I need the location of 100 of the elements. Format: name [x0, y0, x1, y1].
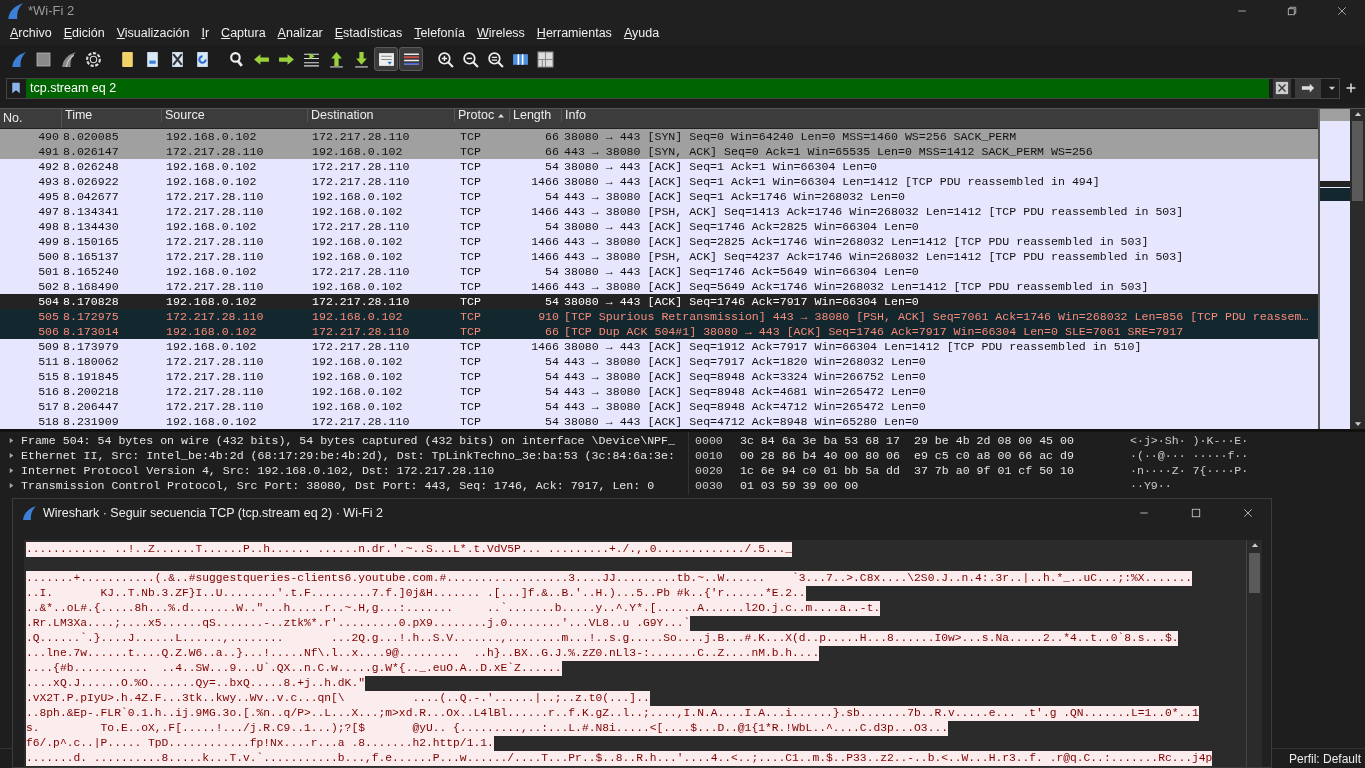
packet-row[interactable]: 492 8.026248 192.168.0.102 172.217.28.110 TCP 54 38080 → 443 [ACK] Seq=1 Ack=1 Win=66304 Len=0 — [0, 159, 1318, 174]
menu-item[interactable]: Analizar — [271, 22, 329, 45]
table-cell-text: 192.168.0.102 — [165, 324, 258, 339]
tree-item[interactable]: Internet Protocol Version 4, Src: 192.168.0.102, Dst: 172.217.28.110 — [0, 463, 688, 478]
menu-item[interactable]: Ir — [195, 22, 216, 45]
packet-row[interactable]: 497 8.134341 172.217.28.110 192.168.0.102 TCP 1466 443 → 38080 [PSH, ACK] Seq=1413 Ack=1746 Win=268032 Len=1412 [TCP PDU reassembled in 503] — [0, 204, 1318, 219]
packet-row[interactable]: 498 8.134430 192.168.0.102 172.217.28.110 TCP 54 38080 → 443 [ACK] Seq=1746 Ack=2825 Win=66304 Len=0 — [0, 219, 1318, 234]
table-cell-text: TCP — [459, 219, 482, 234]
zoom-in-icon — [436, 50, 454, 68]
table-cell-text: 192.168.0.102 — [311, 279, 404, 294]
packet-row[interactable]: 518 8.231909 192.168.0.102 172.217.28.110 TCP 54 38080 → 443 [ACK] Seq=4712 Ack=8948 Win=65280 Len=0 — [0, 414, 1318, 429]
packet-row[interactable]: 516 8.200218 172.217.28.110 192.168.0.102 TCP 54 443 → 38080 [ACK] Seq=8948 Ack=4681 Win=265472 Len=0 — [0, 384, 1318, 399]
collapsed-icon — [8, 437, 15, 444]
packet-row[interactable]: 506 8.173014 192.168.0.102 172.217.28.110 TCP 66 [TCP Dup ACK 504#1] 38080 → 443 [ACK] Seq=1746 Ack=7917 Win=66304 Len=0 SLE=7061 SRE=7917 — [0, 324, 1318, 339]
column-header[interactable]: Time — [62, 109, 162, 122]
plus-icon — [1345, 82, 1357, 94]
packet-row[interactable]: 501 8.165240 192.168.0.102 172.217.28.110 TCP 54 38080 → 443 [ACK] Seq=1746 Ack=5649 Win=66304 Len=0 — [0, 264, 1318, 279]
table-cell-text: TCP — [459, 339, 482, 354]
packet-row[interactable]: 495 8.042677 172.217.28.110 192.168.0.102 TCP 54 443 → 38080 [ACK] Seq=1 Ack=1746 Win=268032 Len=0 — [0, 189, 1318, 204]
table-cell-text: 172.217.28.110 — [311, 219, 411, 234]
tree-item[interactable]: Ethernet II, Src: Intel_be:4b:2d (68:17:29:be:4b:2d), Dst: TpLinkTechno_3e:ba:53 (3c:84:6a:3e: — [0, 448, 688, 463]
byte-offset: 0020 — [694, 463, 724, 478]
menu-item[interactable]: Archivo — [4, 22, 58, 45]
table-cell-text: TCP — [459, 354, 482, 369]
menu-item[interactable]: Estadísticas — [328, 22, 409, 45]
table-cell-text: 8.231909 — [62, 414, 120, 429]
menu-item[interactable]: Captura — [215, 22, 272, 45]
dialog-title: Wireshark · Seguir secuencia TCP (tcp.stream eq 2) · Wi-Fi 2 — [43, 504, 384, 522]
table-cell-text: 192.168.0.102 — [311, 354, 404, 369]
scroll-thumb[interactable] — [1352, 121, 1363, 201]
table-cell-text: 491 — [37, 144, 60, 159]
table-cell-text: 8.200218 — [62, 384, 120, 399]
menu-item[interactable]: Edición — [57, 22, 111, 45]
packet-row[interactable]: 511 8.180062 172.217.28.110 192.168.0.102 TCP 54 443 → 38080 [ACK] Seq=7917 Ack=1820 Win=268032 Len=0 — [0, 354, 1318, 369]
table-cell-text: 38080 → 443 [ACK] Seq=1746 Ack=5649 Win=66304 Len=0 — [563, 264, 920, 279]
down-arrow-icon — [352, 50, 370, 68]
packet-row[interactable]: 499 8.150165 172.217.28.110 192.168.0.102 TCP 1466 443 → 38080 [ACK] Seq=2825 Ack=1746 Win=268032 Len=1412 [TCP PDU reassembled in 503] — [0, 234, 1318, 249]
table-cell-text: 501 — [37, 264, 60, 279]
table-cell-text: 509 — [37, 339, 60, 354]
table-cell-text: 192.168.0.102 — [311, 384, 404, 399]
packet-row[interactable]: 504 8.170828 192.168.0.102 172.217.28.110 TCP 54 38080 → 443 [ACK] Seq=1746 Ack=7917 Win=66304 Len=0 — [0, 294, 1318, 309]
packet-row[interactable]: 490 8.020085 192.168.0.102 172.217.28.110 TCP 66 38080 → 443 [SYN] Seq=0 Win=64240 Len=0 MSS=1460 WS=256 SACK_PERM — [0, 129, 1318, 144]
table-cell-text: TCP — [459, 399, 482, 414]
hex-bytes: 3c 84 6a 3e ba 53 68 17 29 be 4b 2d 08 00 45 00 — [739, 433, 1075, 448]
table-cell-text: 54 — [544, 159, 560, 174]
toolbar-button[interactable] — [399, 47, 423, 71]
table-cell-text: 172.217.28.110 — [311, 339, 411, 354]
table-cell-text: TCP — [459, 174, 482, 189]
packet-row[interactable]: 517 8.206447 172.217.28.110 192.168.0.102 TCP 54 443 → 38080 [ACK] Seq=8948 Ack=4712 Win=265472 Len=0 — [0, 399, 1318, 414]
table-cell-text: TCP — [459, 234, 482, 249]
packet-row[interactable]: 509 8.173979 192.168.0.102 172.217.28.110 TCP 1466 38080 → 443 [ACK] Seq=1912 Ack=7917 Win=66304 Len=1412 [TCP PDU reassembled in 510] — [0, 339, 1318, 354]
table-cell-text: 38080 → 443 [ACK] Seq=1912 Ack=7917 Win=66304 Len=1412 [TCP PDU reassembled in 510] — [563, 339, 1143, 354]
table-cell-text: 192.168.0.102 — [311, 189, 404, 204]
zoom-reset-icon — [486, 50, 504, 68]
column-header[interactable]: Protoc — [455, 109, 510, 122]
packet-row[interactable]: 500 8.165137 172.217.28.110 192.168.0.102 TCP 1466 443 → 38080 [PSH, ACK] Seq=4237 Ack=1746 Win=268032 Len=1412 [TCP PDU reassembled in 503] — [0, 249, 1318, 264]
packet-row[interactable]: 515 8.191845 172.217.28.110 192.168.0.102 TCP 54 443 → 38080 [ACK] Seq=8948 Ack=3324 Win=266752 Len=0 — [0, 369, 1318, 384]
byte-offset: 0030 — [694, 478, 724, 493]
hex-bytes: 00 28 86 b4 40 00 80 06 e9 c5 c0 a8 00 66 ac d9 — [739, 448, 1075, 463]
app-icon — [6, 2, 24, 20]
fin-icon — [59, 50, 77, 68]
packet-row[interactable]: 493 8.026922 192.168.0.102 172.217.28.110 TCP 1466 38080 → 443 [ACK] Seq=1 Ack=1 Win=66304 Len=1412 [TCP PDU reassembled in 494] — [0, 174, 1318, 189]
table-cell-text: 38080 → 443 [ACK] Seq=1 Ack=1 Win=66304 Len=1412 [TCP PDU reassembled in 494] — [563, 174, 1101, 189]
tree-item[interactable]: Transmission Control Protocol, Src Port: 38080, Dst Port: 443, Seq: 1746, Ack: 7917, Len: 0 — [0, 478, 688, 493]
packet-row[interactable]: 491 8.026147 172.217.28.110 192.168.0.102 TCP 66 443 → 38080 [SYN, ACK] Seq=0 Ack=1 Win=65535 Len=0 MSS=1412 SACK_PERM WS=256 — [0, 144, 1318, 159]
menu-item[interactable]: Ayuda — [617, 22, 666, 45]
table-cell-text: 1466 — [530, 279, 560, 294]
column-header[interactable]: Source — [162, 109, 308, 122]
toolbar-button[interactable] — [374, 47, 398, 71]
table-cell-text: 192.168.0.102 — [165, 264, 258, 279]
table-cell-text: 8.165240 — [62, 264, 120, 279]
table-cell-text: 8.026922 — [62, 174, 120, 189]
scroll-thumb[interactable] — [1249, 553, 1260, 593]
table-cell-text: 172.217.28.110 — [311, 264, 411, 279]
column-header[interactable]: Length — [510, 109, 562, 122]
table-cell-text: 8.191845 — [62, 369, 120, 384]
table-cell-text: 172.217.28.110 — [165, 249, 265, 264]
table-cell-text: 172.217.28.110 — [165, 234, 265, 249]
table-cell-text: 172.217.28.110 — [311, 324, 411, 339]
table-cell-text: 443 → 38080 [ACK] Seq=8948 Ack=4712 Win=265472 Len=0 — [563, 399, 927, 414]
column-header[interactable]: Destination — [308, 109, 455, 122]
tree-item[interactable]: Frame 504: 54 bytes on wire (432 bits), 54 bytes captured (432 bits) on interface \Device\NPF_ — [0, 433, 688, 448]
packet-row[interactable]: 505 8.172975 172.217.28.110 192.168.0.102 TCP 910 [TCP Spurious Retransmission] 443 → 38080 [PSH, ACK] Seq=7061 Ack=1746 Win=268032 Len=856 [TCP PDU reassem… — [0, 309, 1318, 324]
scrollbar[interactable] — [1350, 109, 1365, 429]
table-cell-text: 192.168.0.102 — [165, 219, 258, 234]
packet-row[interactable]: 502 8.168490 172.217.28.110 192.168.0.102 TCP 1466 443 → 38080 [ACK] Seq=5649 Ack=1746 Win=268032 Len=1412 [TCP PDU reassembled in 503] — [0, 279, 1318, 294]
table-cell-text: [TCP Dup ACK 504#1] 38080 → 443 [ACK] Seq=1746 Ack=7917 Win=66304 Len=0 SLE=7061 SRE=7917 — [563, 324, 1185, 339]
menu-item[interactable]: Telefonía — [408, 22, 471, 45]
ascii-bytes: ·n····Z· 7{····P· — [1130, 463, 1249, 478]
table-cell-text: 54 — [544, 414, 560, 429]
column-header[interactable]: Info — [562, 109, 1318, 122]
menu-item[interactable]: Wireless — [470, 22, 531, 45]
menu-item[interactable]: Visualización — [110, 22, 196, 45]
collapsed-icon — [8, 482, 15, 489]
table-cell-text: 192.168.0.102 — [165, 294, 258, 309]
menu-item[interactable]: Herramientas — [530, 22, 618, 45]
table-cell-text: 192.168.0.102 — [311, 204, 404, 219]
table-cell-text: 38080 → 443 [ACK] Seq=1746 Ack=7917 Win=66304 Len=0 — [563, 294, 920, 309]
column-header[interactable]: No. — [0, 109, 62, 128]
scrollbar[interactable] — [1246, 540, 1262, 767]
